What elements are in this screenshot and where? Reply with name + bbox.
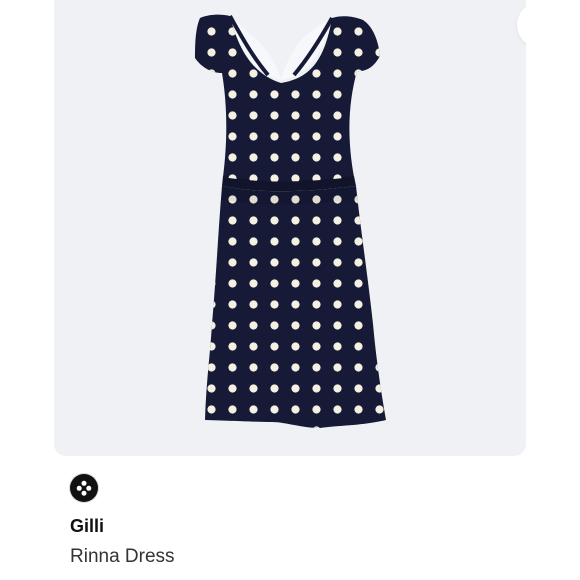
product-name[interactable]: Rinna Dress [70, 546, 175, 568]
listing-page: Gilli Rinna Dress [0, 0, 580, 580]
brand-logo [70, 474, 98, 502]
product-photo[interactable] [54, 0, 526, 456]
brand-name[interactable]: Gilli [70, 516, 104, 537]
product-image-card[interactable] [54, 0, 526, 456]
